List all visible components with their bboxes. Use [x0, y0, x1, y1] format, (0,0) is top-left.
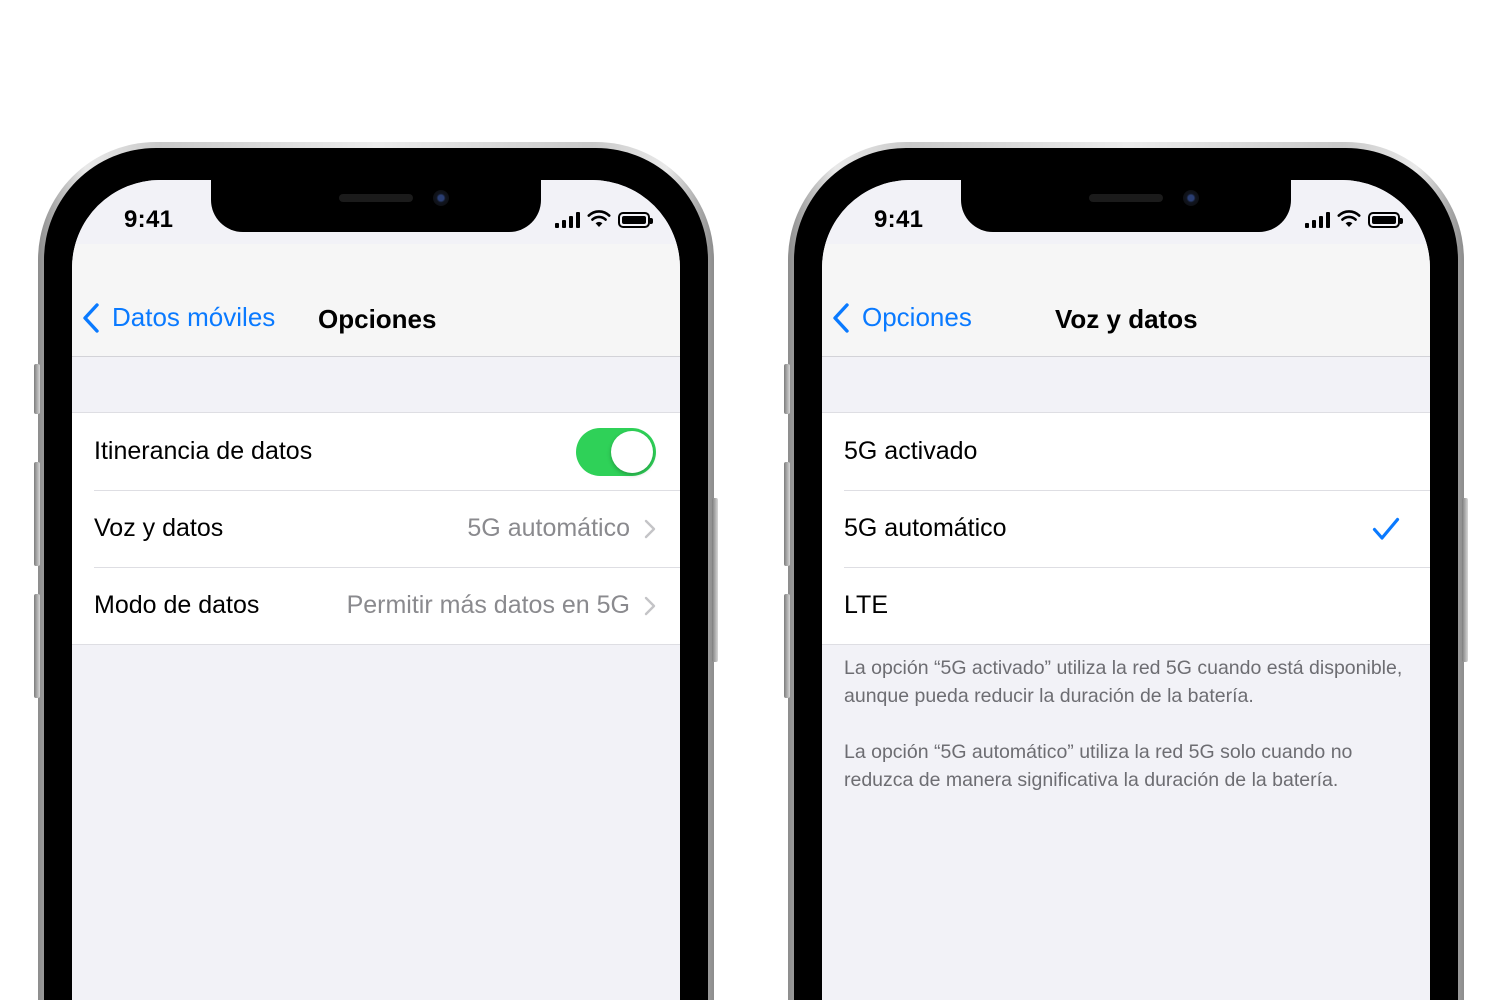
front-camera-icon — [1183, 190, 1199, 206]
page-title: Opciones — [318, 304, 437, 334]
option-5g-auto[interactable]: 5G automático — [822, 490, 1430, 567]
row-data-roaming: Itinerancia de datos — [72, 413, 680, 490]
checkmark-icon — [1372, 517, 1400, 540]
row-voice-and-data[interactable]: Voz y datos 5G automático — [72, 490, 680, 567]
options-group: 5G activado 5G automático LTE — [822, 412, 1430, 645]
chevron-left-icon — [83, 302, 99, 333]
footer-note-5g-auto: La opción “5G automático” utiliza la red… — [844, 741, 1353, 791]
right-screen: 9:41 Opciones Voz y datos 5G activado 5G… — [822, 180, 1430, 1000]
cellular-signal-icon — [1305, 212, 1330, 228]
right-iphone: 9:41 Opciones Voz y datos 5G activado 5G… — [784, 142, 1468, 1000]
silent-switch — [784, 364, 790, 414]
footer-note-5g-on: La opción “5G activado” utiliza la red 5… — [844, 657, 1403, 707]
wifi-icon — [1337, 210, 1361, 227]
silent-switch — [34, 364, 40, 414]
back-label: Opciones — [862, 302, 972, 332]
chevron-right-icon — [644, 596, 656, 615]
status-icons — [555, 210, 653, 228]
row-label: Itinerancia de datos — [94, 437, 313, 465]
cellular-signal-icon — [555, 212, 580, 228]
row-label: Modo de datos — [94, 591, 260, 619]
status-icons — [1305, 210, 1403, 228]
row-label: 5G activado — [844, 437, 978, 465]
row-label: LTE — [844, 591, 888, 619]
settings-group: Itinerancia de datos Voz y datos 5G auto… — [72, 412, 680, 645]
notch — [211, 180, 541, 232]
row-value: Permitir más datos en 5G — [346, 591, 630, 619]
volume-up-button — [784, 462, 790, 566]
battery-icon — [618, 212, 653, 228]
option-5g-on[interactable]: 5G activado — [822, 413, 1430, 490]
chevron-left-icon — [833, 302, 849, 333]
back-label: Datos móviles — [112, 302, 276, 332]
row-value: 5G automático — [467, 514, 630, 542]
navigation-bar: Opciones Voz y datos — [822, 244, 1430, 357]
side-power-button — [1462, 498, 1468, 662]
volume-up-button — [34, 462, 40, 566]
volume-down-button — [34, 594, 40, 698]
battery-icon — [1368, 212, 1403, 228]
row-label: Voz y datos — [94, 514, 224, 542]
status-time: 9:41 — [124, 206, 174, 233]
toggle-knob — [611, 430, 653, 473]
option-lte[interactable]: LTE — [822, 567, 1430, 644]
left-iphone: 9:41 Datos móviles Opciones Itinerancia … — [34, 142, 718, 1000]
volume-down-button — [784, 594, 790, 698]
navigation-bar: Datos móviles Opciones — [72, 244, 680, 357]
comparison-stage: 9:41 Datos móviles Opciones Itinerancia … — [0, 0, 1500, 1000]
phone-bezel: 9:41 — [44, 148, 708, 1000]
side-power-button — [712, 498, 718, 662]
data-roaming-toggle[interactable] — [576, 427, 656, 476]
back-button[interactable]: Datos móviles — [82, 302, 275, 333]
back-button[interactable]: Opciones — [832, 302, 972, 333]
wifi-icon — [587, 210, 611, 227]
row-label: 5G automático — [844, 514, 1007, 542]
row-data-mode[interactable]: Modo de datos Permitir más datos en 5G — [72, 567, 680, 644]
front-camera-icon — [433, 190, 449, 206]
status-time: 9:41 — [874, 206, 924, 233]
left-screen: 9:41 Datos móviles Opciones Itinerancia … — [72, 180, 680, 1000]
earpiece-speaker — [339, 194, 413, 202]
page-title: Voz y datos — [1055, 304, 1198, 334]
phone-bezel: 9:41 — [794, 148, 1458, 1000]
earpiece-speaker — [1089, 194, 1163, 202]
notch — [961, 180, 1291, 232]
chevron-right-icon — [644, 519, 656, 538]
